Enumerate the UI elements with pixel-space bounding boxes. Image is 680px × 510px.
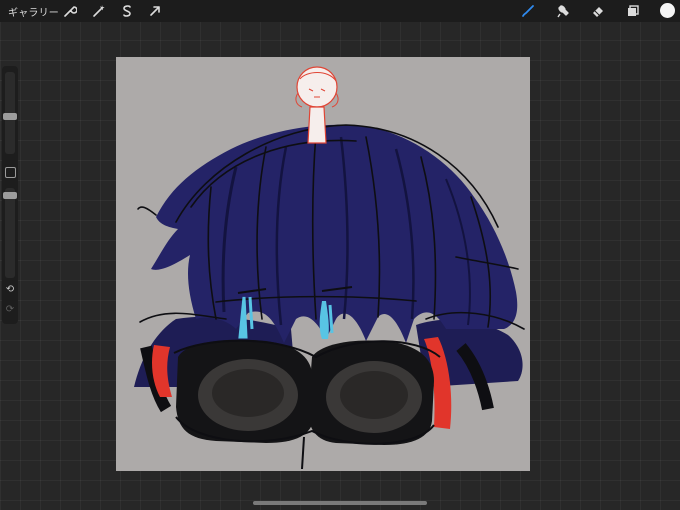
brush-size-thumb[interactable]: [3, 113, 17, 120]
drawing-canvas[interactable]: [116, 57, 530, 471]
artwork: [134, 66, 525, 470]
gallery-button[interactable]: ギャラリー: [8, 4, 59, 19]
color-picker-button[interactable]: [660, 3, 675, 18]
selection-icon[interactable]: [118, 2, 136, 20]
top-toolbar: ギャラリー: [0, 0, 680, 22]
wrench-icon[interactable]: [61, 2, 79, 20]
home-indicator[interactable]: [253, 501, 427, 505]
opacity-slider[interactable]: [3, 188, 17, 278]
opacity-thumb[interactable]: [3, 192, 17, 199]
modify-square-icon[interactable]: [5, 167, 16, 178]
redo-icon[interactable]: ⟳: [4, 304, 16, 316]
brush-icon[interactable]: [519, 2, 537, 20]
transform-icon[interactable]: [146, 2, 164, 20]
eraser-icon[interactable]: [589, 2, 607, 20]
left-sidebar: ⟲ ⟳: [2, 66, 18, 324]
brush-size-slider[interactable]: [3, 72, 17, 154]
undo-icon[interactable]: ⟲: [4, 284, 16, 296]
layers-icon[interactable]: [624, 2, 642, 20]
magic-wand-icon[interactable]: [90, 2, 108, 20]
smudge-icon[interactable]: [554, 2, 572, 20]
